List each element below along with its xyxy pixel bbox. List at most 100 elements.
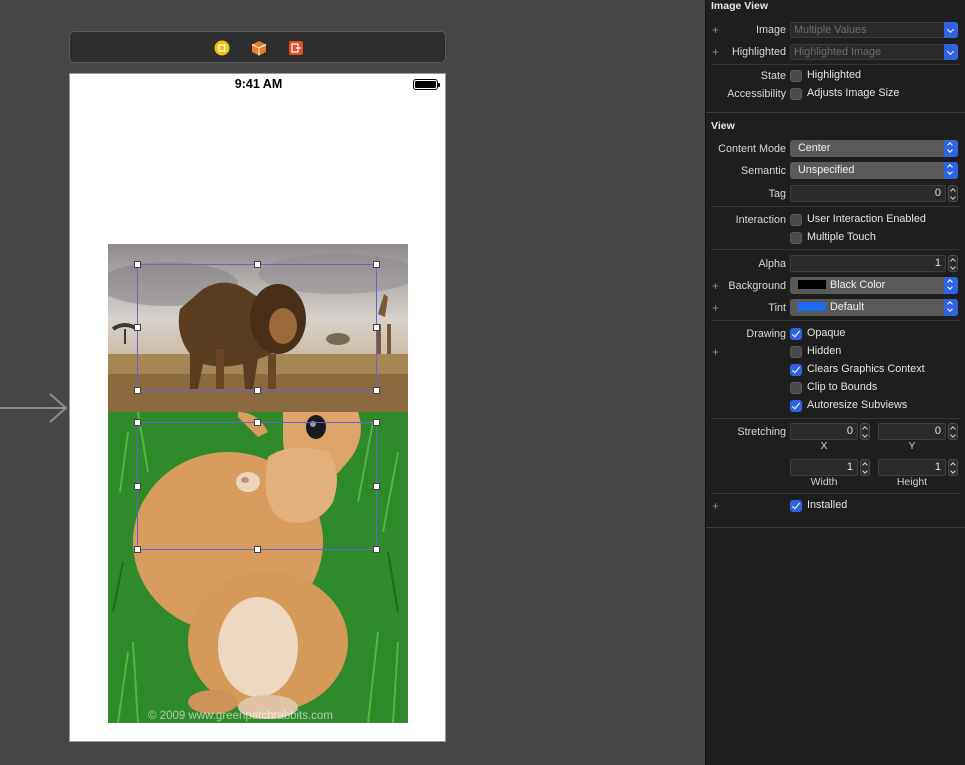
- drawing-label: Drawing: [746, 328, 786, 340]
- user-interaction-checkbox[interactable]: [790, 214, 802, 226]
- resize-handle[interactable]: [254, 419, 261, 426]
- resize-handle[interactable]: [134, 261, 141, 268]
- resize-handle[interactable]: [373, 483, 380, 490]
- background-color-value: Black Color: [830, 279, 886, 291]
- image-label: Image: [755, 24, 786, 36]
- hidden-checkbox[interactable]: [790, 346, 802, 358]
- adjusts-image-size-label: Adjusts Image Size: [807, 87, 900, 99]
- divider: [711, 206, 961, 207]
- resize-handle[interactable]: [373, 546, 380, 553]
- tint-color-swatch: [798, 302, 826, 311]
- chevron-updown-icon[interactable]: [944, 277, 958, 294]
- exit-icon[interactable]: [288, 40, 304, 56]
- semantic-value: Unspecified: [798, 164, 855, 176]
- image-combo-box[interactable]: Multiple Values: [790, 22, 958, 38]
- rabbit-selection-box[interactable]: [134, 419, 380, 553]
- section-divider: [706, 527, 965, 528]
- divider: [711, 418, 961, 419]
- image-view-section-title: Image View: [711, 0, 769, 12]
- user-interaction-label: User Interaction Enabled: [807, 213, 926, 225]
- first-responder-icon[interactable]: [251, 40, 267, 56]
- background-color-swatch: [798, 280, 826, 289]
- tint-label: Tint: [768, 302, 786, 314]
- highlighted-combo-placeholder: Highlighted Image: [794, 46, 882, 58]
- add-variation-icon[interactable]: +: [712, 345, 719, 359]
- tag-field[interactable]: 0: [790, 185, 946, 202]
- resize-handle[interactable]: [134, 546, 141, 553]
- alpha-stepper[interactable]: [948, 255, 958, 272]
- hidden-label: Hidden: [807, 345, 842, 357]
- stretch-y-field[interactable]: 0: [878, 423, 946, 440]
- view-section-title: View: [711, 120, 735, 132]
- scene-dock: [69, 31, 446, 63]
- status-bar-time: 9:41 AM: [234, 77, 283, 91]
- stretch-height-stepper[interactable]: [948, 459, 958, 476]
- view-controller-icon[interactable]: [214, 40, 230, 56]
- alpha-field[interactable]: 1: [790, 255, 946, 272]
- tint-color-popup[interactable]: Default: [790, 299, 958, 316]
- resize-handle[interactable]: [134, 419, 141, 426]
- add-variation-icon[interactable]: +: [712, 499, 719, 513]
- chevron-down-icon[interactable]: [944, 44, 958, 60]
- state-label: State: [760, 70, 786, 82]
- stretch-height-field[interactable]: 1: [878, 459, 946, 476]
- multiple-touch-checkbox[interactable]: [790, 232, 802, 244]
- autoresize-label: Autoresize Subviews: [807, 399, 908, 411]
- accessibility-label: Accessibility: [727, 88, 786, 100]
- resize-handle[interactable]: [373, 324, 380, 331]
- resize-handle[interactable]: [254, 261, 261, 268]
- background-label: Background: [728, 280, 786, 292]
- highlighted-image-combo-box[interactable]: Highlighted Image: [790, 44, 958, 60]
- stretch-width-field[interactable]: 1: [790, 459, 858, 476]
- stretching-label: Stretching: [737, 426, 786, 438]
- entry-point-arrow-icon[interactable]: [0, 392, 70, 424]
- resize-handle[interactable]: [134, 387, 141, 394]
- stretch-height-caption: Height: [896, 476, 928, 488]
- resize-handle[interactable]: [373, 387, 380, 394]
- content-mode-popup[interactable]: Center: [790, 140, 958, 157]
- tag-label: Tag: [768, 188, 786, 200]
- storyboard-canvas[interactable]: 9:41 AM © 2009 www.greenpatchrabbits.com: [0, 0, 705, 765]
- tag-stepper[interactable]: [948, 185, 958, 202]
- background-color-popup[interactable]: Black Color: [790, 277, 958, 294]
- highlighted-checkbox[interactable]: [790, 70, 802, 82]
- resize-handle[interactable]: [254, 546, 261, 553]
- installed-label: Installed: [807, 499, 848, 511]
- chevron-updown-icon[interactable]: [944, 299, 958, 316]
- resize-handle[interactable]: [134, 483, 141, 490]
- autoresize-checkbox[interactable]: [790, 400, 802, 412]
- divider: [711, 64, 961, 65]
- resize-handle[interactable]: [134, 324, 141, 331]
- multiple-touch-label: Multiple Touch: [807, 231, 876, 243]
- opaque-checkbox[interactable]: [790, 328, 802, 340]
- semantic-popup[interactable]: Unspecified: [790, 162, 958, 179]
- attributes-inspector: Image View + Image Multiple Values + Hig…: [705, 0, 965, 765]
- lion-selection-box[interactable]: [134, 261, 380, 394]
- iphone-scene[interactable]: 9:41 AM © 2009 www.greenpatchrabbits.com: [69, 73, 446, 742]
- opaque-label: Opaque: [807, 327, 846, 339]
- stretch-x-field[interactable]: 0: [790, 423, 858, 440]
- resize-handle[interactable]: [254, 387, 261, 394]
- divider: [711, 249, 961, 250]
- clears-graphics-checkbox[interactable]: [790, 364, 802, 376]
- resize-handle[interactable]: [373, 419, 380, 426]
- stretch-x-caption: X: [820, 440, 828, 452]
- resize-handle[interactable]: [373, 261, 380, 268]
- clip-to-bounds-checkbox[interactable]: [790, 382, 802, 394]
- stretch-x-stepper[interactable]: [860, 423, 870, 440]
- clears-graphics-label: Clears Graphics Context: [807, 363, 925, 375]
- divider: [711, 320, 961, 321]
- stretch-width-stepper[interactable]: [860, 459, 870, 476]
- content-mode-value: Center: [798, 142, 831, 154]
- adjusts-image-size-checkbox[interactable]: [790, 88, 802, 100]
- stretch-y-stepper[interactable]: [948, 423, 958, 440]
- installed-checkbox[interactable]: [790, 500, 802, 512]
- stretch-width-caption: Width: [810, 476, 838, 488]
- chevron-updown-icon[interactable]: [944, 140, 958, 157]
- clip-to-bounds-label: Clip to Bounds: [807, 381, 878, 393]
- stretch-y-caption: Y: [908, 440, 916, 452]
- highlighted-checkbox-label: Highlighted: [807, 69, 862, 81]
- chevron-updown-icon[interactable]: [944, 162, 958, 179]
- tint-color-value: Default: [830, 301, 865, 313]
- chevron-down-icon[interactable]: [944, 22, 958, 38]
